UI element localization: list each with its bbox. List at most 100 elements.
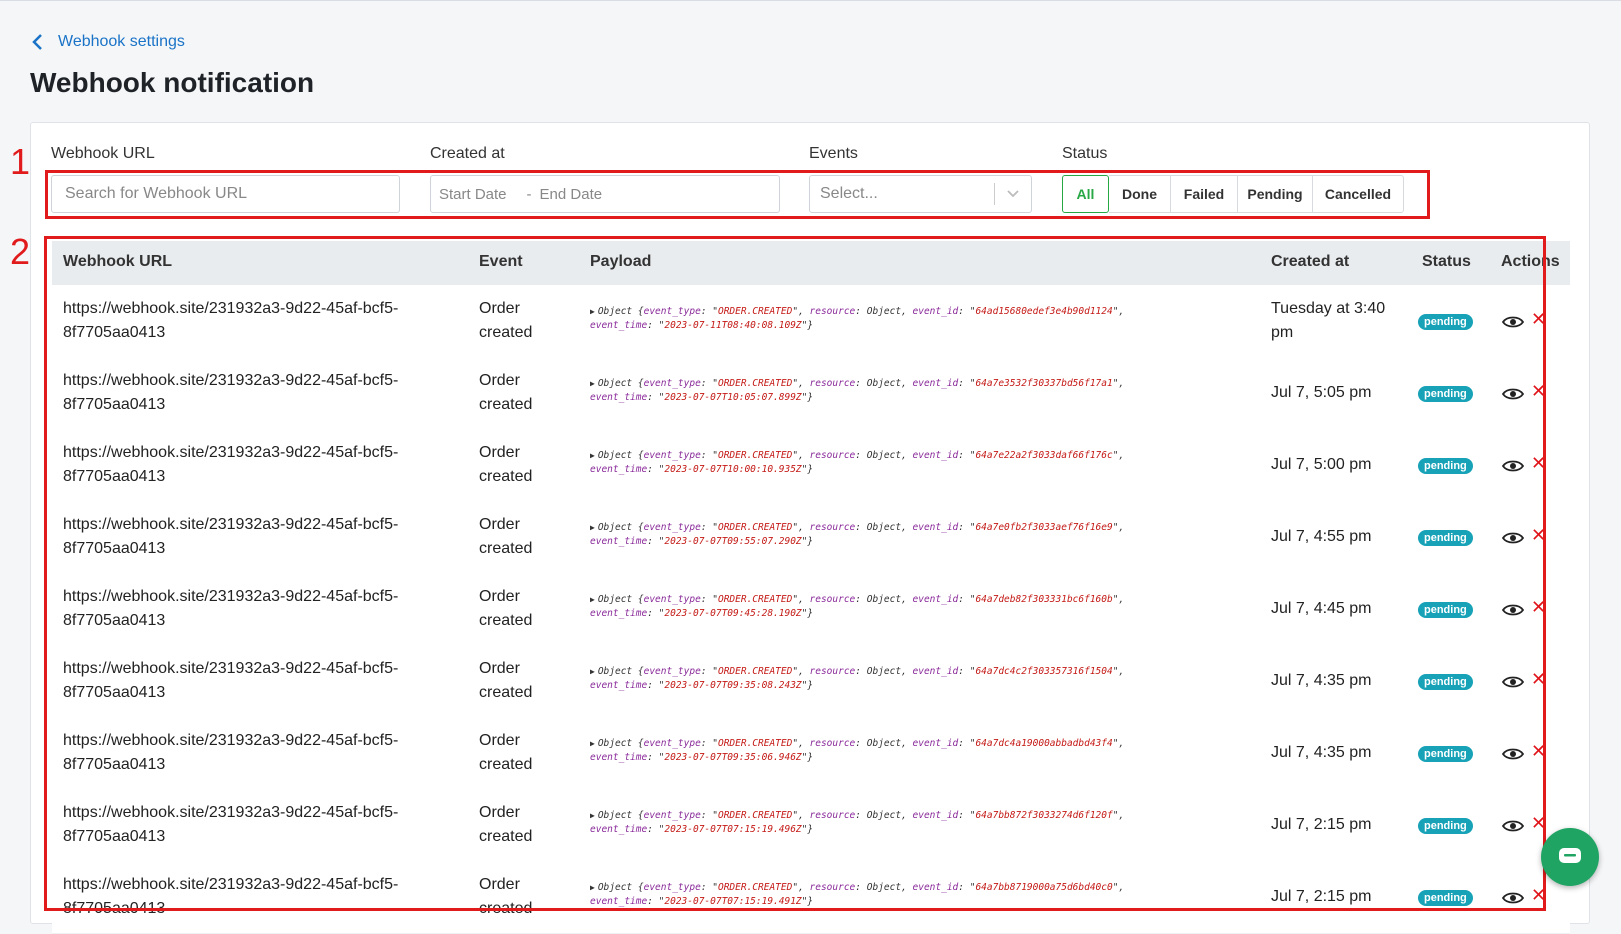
column-header-actions: Actions [1501, 253, 1560, 270]
close-icon[interactable]: ✕ [1531, 741, 1546, 762]
payload-key: event_time [590, 824, 648, 835]
payload-event-time: 2023-07-07T07:15:19.491Z [664, 896, 802, 907]
status-filter-cancelled[interactable]: Cancelled [1313, 175, 1404, 213]
webhook-url-search-input[interactable]: Search for Webhook URL [51, 175, 400, 213]
payload-key: resource [809, 522, 856, 533]
eye-icon[interactable] [1502, 675, 1524, 689]
webhook-url-placeholder: Search for Webhook URL [65, 185, 248, 202]
chevron-down-icon[interactable] [1006, 189, 1020, 199]
close-icon[interactable]: ✕ [1531, 813, 1546, 834]
table-row: https://webhook.site/231932a3-9d22-45af-… [52, 861, 1570, 934]
annotation-number-2: 2 [10, 231, 31, 272]
events-select[interactable]: Select... [809, 175, 1032, 213]
payload-cell[interactable]: ▶ Object {event_type: "ORDER.CREATED", re… [590, 449, 1230, 477]
close-icon[interactable]: ✕ [1531, 381, 1546, 402]
status-filter-failed[interactable]: Failed [1171, 175, 1238, 213]
status-badge: pending [1418, 818, 1473, 834]
start-date-input[interactable]: Start Date [439, 186, 507, 203]
payload-key: event_time [590, 320, 648, 331]
eye-icon[interactable] [1502, 315, 1524, 329]
webhook-url-cell: https://webhook.site/231932a3-9d22-45af-… [63, 444, 399, 485]
close-icon[interactable]: ✕ [1531, 669, 1546, 690]
eye-icon[interactable] [1502, 387, 1524, 401]
created-at-cell: Jul 7, 2:15 pm [1271, 816, 1372, 833]
payload-key: event_id [912, 882, 959, 893]
status-badge: pending [1418, 458, 1473, 474]
payload-key: event_type [643, 594, 701, 605]
page-title: Webhook notification [30, 67, 315, 98]
payload-key: event_time [590, 392, 648, 403]
payload-cell[interactable]: ▶ Object {event_type: "ORDER.CREATED", re… [590, 593, 1230, 621]
payload-key: resource [809, 594, 856, 605]
date-range-separator: - [526, 185, 532, 203]
expand-triangle-icon[interactable]: ▶ [590, 379, 595, 388]
payload-event-type: ORDER.CREATED [717, 738, 793, 749]
expand-triangle-icon[interactable]: ▶ [590, 451, 595, 460]
created-at-cell: Jul 7, 5:05 pm [1271, 384, 1372, 401]
payload-key: resource [809, 450, 856, 461]
payload-key: event_time [590, 464, 648, 475]
payload-key: event_time [590, 896, 648, 907]
payload-cell[interactable]: ▶ Object {event_type: "ORDER.CREATED", re… [590, 809, 1230, 837]
payload-cell[interactable]: ▶ Object {event_type: "ORDER.CREATED", re… [590, 737, 1230, 765]
payload-event-id: 64a7bb8719000a75d6bd40c0 [975, 882, 1113, 893]
payload-event-id: 64a7e3532f30337bd56f17a1 [975, 378, 1113, 389]
close-icon[interactable]: ✕ [1531, 309, 1546, 330]
created-at-label: Created at [430, 145, 505, 162]
expand-triangle-icon[interactable]: ▶ [590, 667, 595, 676]
payload-object-label: Object [866, 666, 902, 677]
payload-cell[interactable]: ▶ Object {event_type: "ORDER.CREATED", re… [590, 377, 1230, 405]
close-icon[interactable]: ✕ [1531, 453, 1546, 474]
created-at-cell: Jul 7, 4:35 pm [1271, 744, 1372, 761]
payload-cell[interactable]: ▶ Object {event_type: "ORDER.CREATED", re… [590, 305, 1230, 333]
end-date-input[interactable]: End Date [540, 186, 603, 203]
close-icon[interactable]: ✕ [1531, 885, 1546, 906]
webhook-url-cell: https://webhook.site/231932a3-9d22-45af-… [63, 660, 399, 701]
event-cell: Order created [479, 732, 533, 773]
payload-event-id: 64ad15680edef3e4b90d1124 [975, 306, 1113, 317]
payload-object-label: Object [866, 522, 902, 533]
payload-object-label: Object [597, 306, 633, 317]
payload-key: event_id [912, 594, 959, 605]
payload-object-label: Object [597, 594, 633, 605]
chat-button[interactable] [1541, 828, 1599, 886]
payload-cell[interactable]: ▶ Object {event_type: "ORDER.CREATED", re… [590, 521, 1230, 549]
chat-icon [1559, 848, 1581, 863]
payload-object-label: Object [866, 738, 902, 749]
expand-triangle-icon[interactable]: ▶ [590, 739, 595, 748]
eye-icon[interactable] [1502, 603, 1524, 617]
eye-icon[interactable] [1502, 459, 1524, 473]
expand-triangle-icon[interactable]: ▶ [590, 523, 595, 532]
payload-key: event_id [912, 522, 959, 533]
status-filter-pending[interactable]: Pending [1238, 175, 1313, 213]
payload-event-type: ORDER.CREATED [717, 594, 793, 605]
expand-triangle-icon[interactable]: ▶ [590, 307, 595, 316]
breadcrumb-label[interactable]: Webhook settings [58, 33, 185, 51]
eye-icon[interactable] [1502, 747, 1524, 761]
payload-cell[interactable]: ▶ Object {event_type: "ORDER.CREATED", re… [590, 665, 1230, 693]
date-range-picker[interactable]: Start Date - End Date [430, 175, 780, 213]
status-filter-all[interactable]: All [1062, 175, 1109, 213]
close-icon[interactable]: ✕ [1531, 597, 1546, 618]
payload-object-label: Object [597, 522, 633, 533]
column-header-url: Webhook URL [63, 253, 173, 270]
eye-icon[interactable] [1502, 531, 1524, 545]
payload-event-time: 2023-07-07T09:55:07.290Z [664, 536, 802, 547]
breadcrumb[interactable]: Webhook settings [30, 33, 185, 51]
expand-triangle-icon[interactable]: ▶ [590, 883, 595, 892]
status-filter-done[interactable]: Done [1109, 175, 1171, 213]
payload-event-time: 2023-07-07T09:45:28.190Z [664, 608, 802, 619]
payload-event-type: ORDER.CREATED [717, 306, 793, 317]
event-cell: Order created [479, 444, 533, 485]
eye-icon[interactable] [1502, 891, 1524, 905]
payload-object-label: Object [597, 666, 633, 677]
expand-triangle-icon[interactable]: ▶ [590, 811, 595, 820]
payload-event-type: ORDER.CREATED [717, 810, 793, 821]
close-icon[interactable]: ✕ [1531, 525, 1546, 546]
expand-triangle-icon[interactable]: ▶ [590, 595, 595, 604]
event-cell: Order created [479, 372, 533, 413]
events-label: Events [809, 145, 858, 162]
status-filter-group: All Done Failed Pending Cancelled [1062, 175, 1404, 213]
payload-cell[interactable]: ▶ Object {event_type: "ORDER.CREATED", re… [590, 881, 1230, 909]
eye-icon[interactable] [1502, 819, 1524, 833]
